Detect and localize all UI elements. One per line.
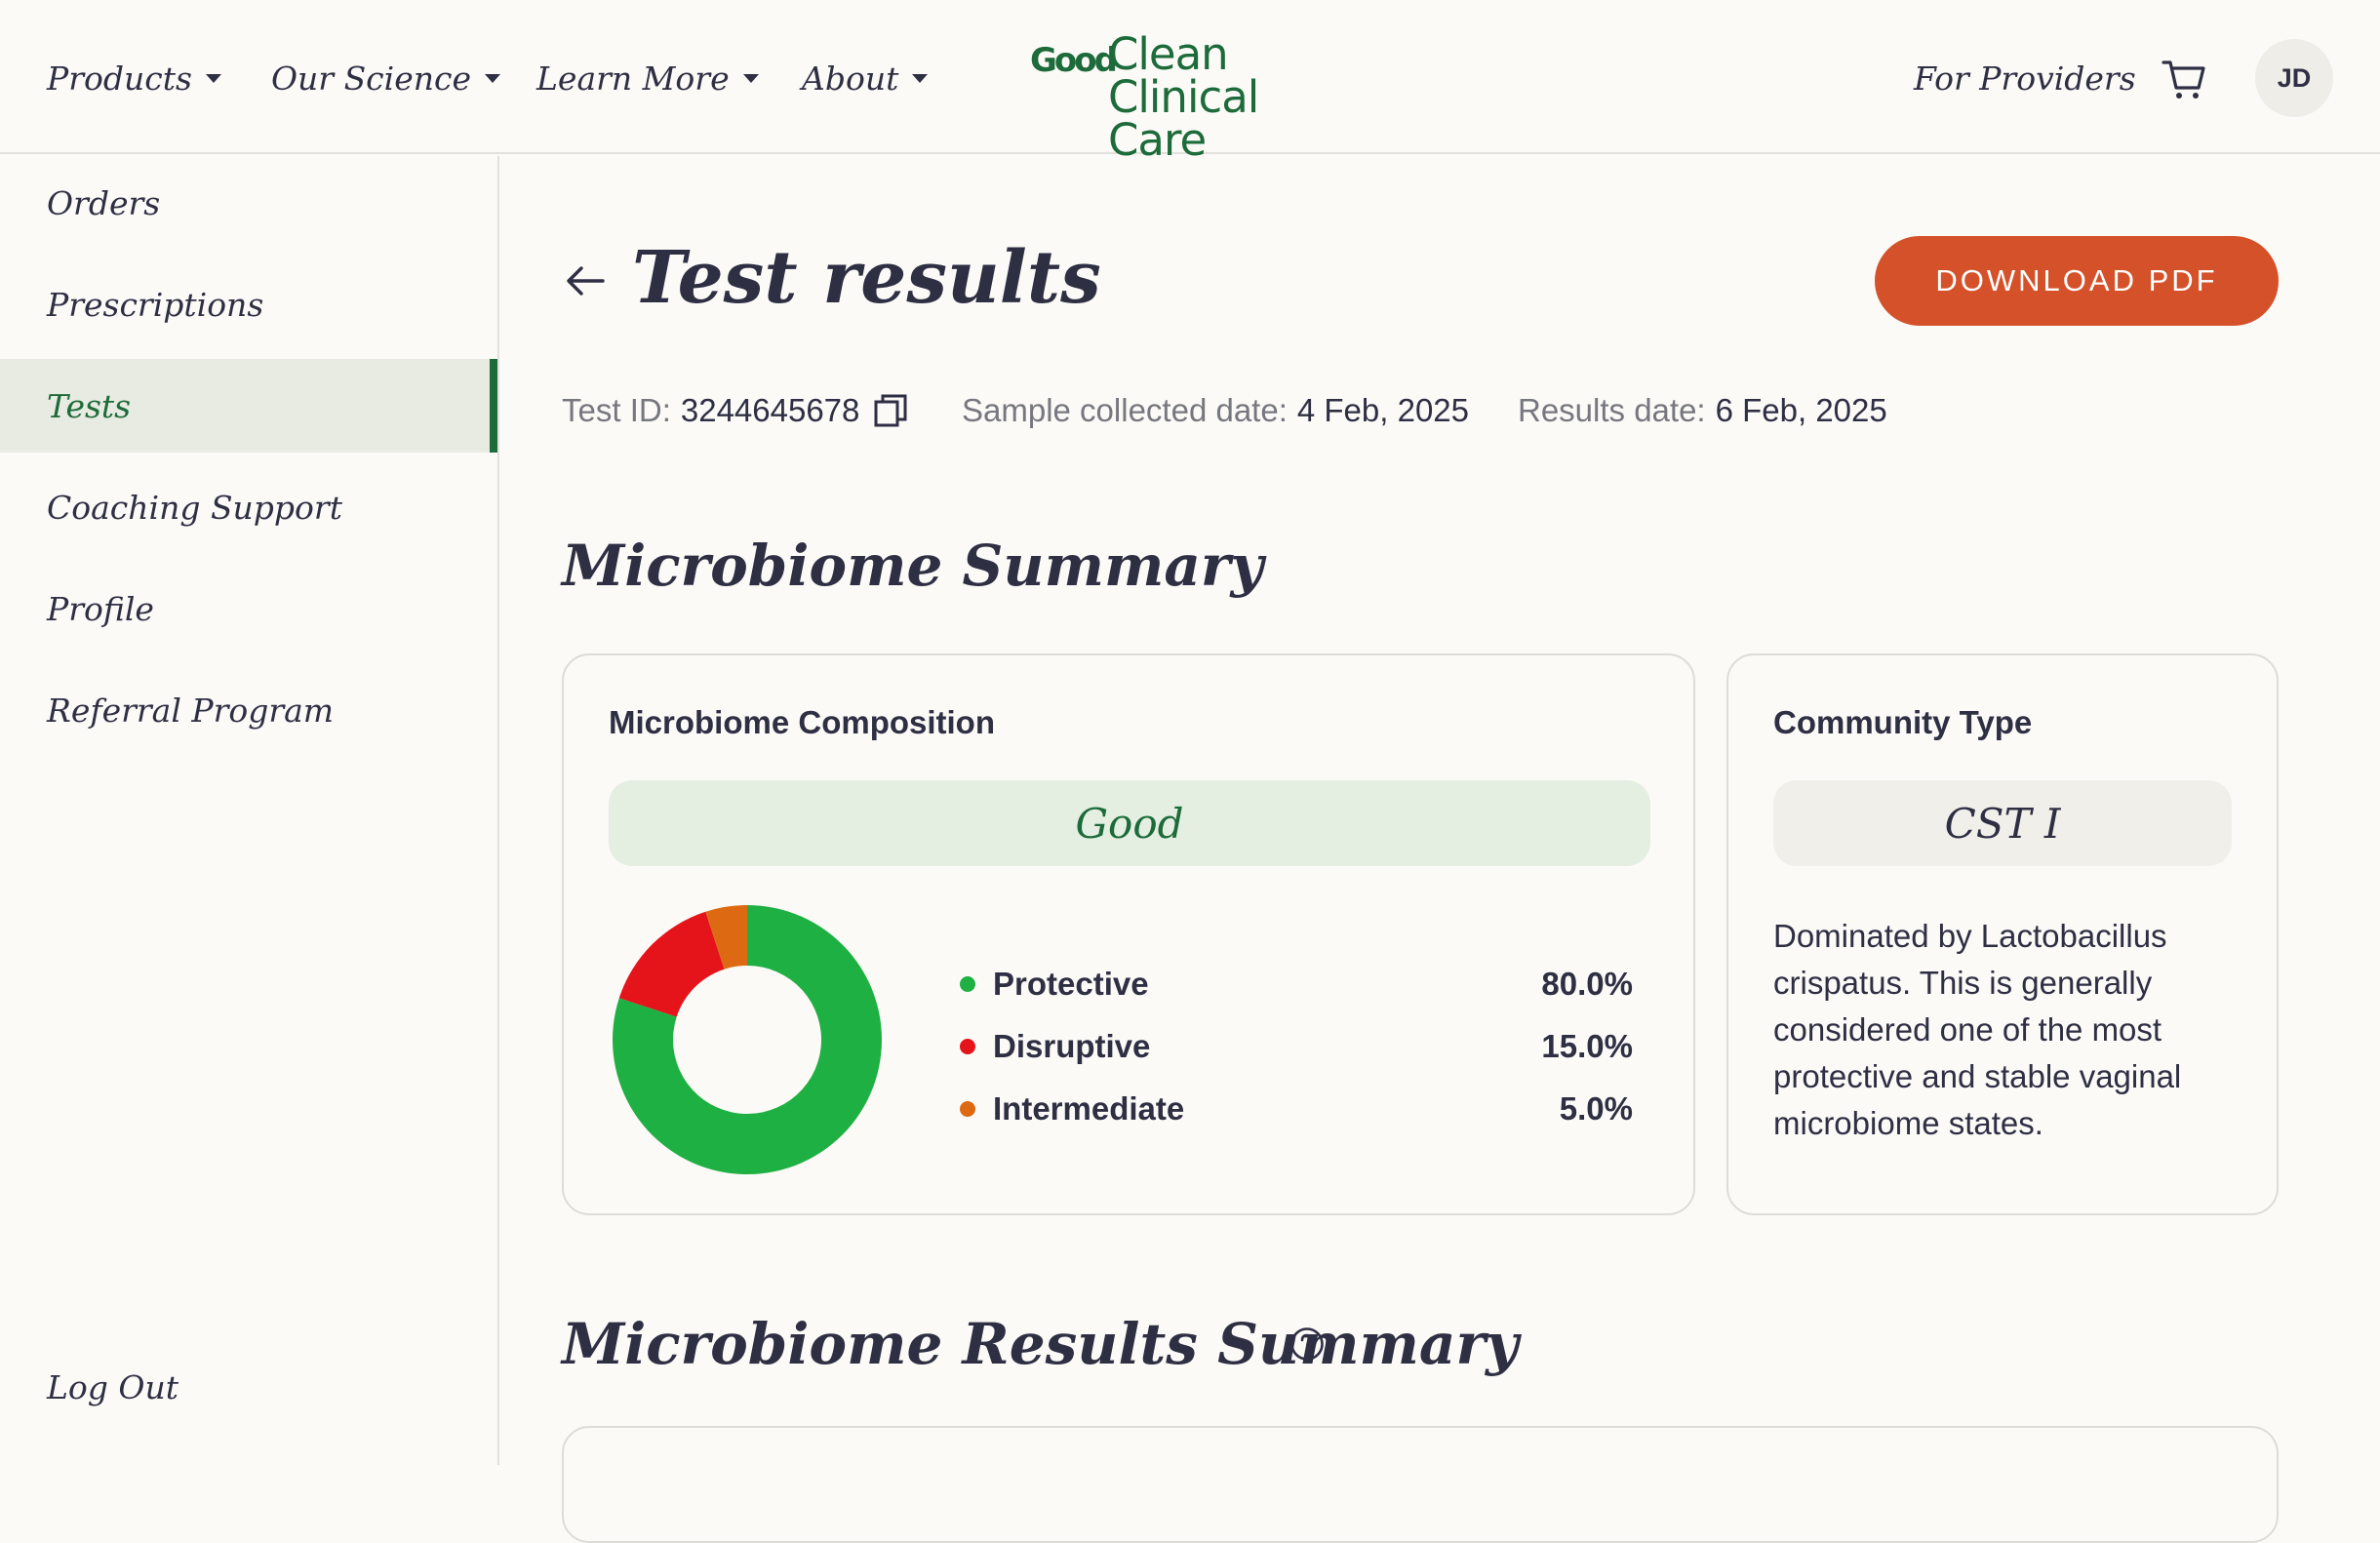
legend-value: 15.0% [1541,1028,1633,1064]
logo-line-2: Clinical Care [1108,71,1259,166]
top-nav: Products Our Science Learn More About Go… [0,0,2380,162]
composition-donut-chart [613,905,882,1174]
composition-card: Microbiome Composition Good Protective 8… [562,653,1695,1215]
results-date-label: Results date: [1518,392,1706,428]
sample-date-label: Sample collected date: [962,392,1288,428]
legend-row-intermediate: Intermediate 5.0% [960,1085,1633,1133]
donut-slice-disruptive [618,911,725,1017]
community-type-card: Community Type CST I Dominated by Lactob… [1726,653,2279,1215]
download-pdf-button[interactable]: DOWNLOAD PDF [1875,236,2279,326]
sidebar: Orders Prescriptions Tests Coaching Supp… [0,156,499,1465]
nav-our-science-label: Our Science [271,59,472,98]
avatar[interactable]: JD [2255,39,2333,117]
sidebar-item-referral-program[interactable]: Referral Program [0,663,497,757]
logo-wordmark: Clean Clinical Care [1108,28,1352,166]
nav-learn-more-label: Learn More [536,59,730,98]
nav-our-science[interactable]: Our Science [271,55,501,101]
cart-icon[interactable] [2160,55,2208,103]
chevron-down-icon [485,73,501,83]
composition-status-badge: Good [609,780,1650,866]
chevron-down-icon [912,73,929,83]
results-summary-card [562,1426,2279,1543]
legend-label: Protective [993,966,1149,1002]
nav-about-label: About [802,59,899,98]
logo-line-1: Clean [1108,28,1229,80]
results-date-value: 6 Feb, 2025 [1715,392,1887,428]
sidebar-item-profile[interactable]: Profile [0,562,497,655]
results-date-meta: Results date: 6 Feb, 2025 [1518,392,1887,429]
microbiome-summary-title: Microbiome Summary [562,533,1264,599]
legend-value: 80.0% [1541,966,1633,1002]
test-id-label: Test ID: [562,392,671,428]
logout-link[interactable]: Log Out [0,1340,497,1434]
page-title: Test results [632,236,1101,320]
copy-icon[interactable] [873,393,908,428]
help-icon[interactable] [1289,1326,1325,1362]
sidebar-item-coaching-support[interactable]: Coaching Support [0,460,497,554]
legend-dot [960,1101,975,1117]
composition-card-title: Microbiome Composition [609,704,995,740]
community-description: Dominated by Lactobacillus crispatus. Th… [1773,918,2182,1141]
sidebar-item-tests[interactable]: Tests [0,359,497,453]
legend-dot [960,1039,975,1054]
back-arrow-icon[interactable] [562,257,609,304]
results-summary-title: Microbiome Results Summary [562,1311,1519,1377]
chevron-down-icon [742,73,759,83]
for-providers-link[interactable]: For Providers [1914,55,2136,101]
sample-date-meta: Sample collected date: 4 Feb, 2025 [962,392,1469,429]
test-id-meta: Test ID: 3244645678 [562,392,908,429]
legend-label: Disruptive [993,1028,1151,1064]
legend-row-protective: Protective 80.0% [960,960,1633,1009]
legend-label: Intermediate [993,1090,1185,1127]
chevron-down-icon [205,73,221,83]
sidebar-item-prescriptions[interactable]: Prescriptions [0,257,497,351]
nav-learn-more[interactable]: Learn More [536,55,759,101]
test-id-value: 3244645678 [680,392,860,428]
sidebar-item-orders[interactable]: Orders [0,156,497,250]
legend-value: 5.0% [1559,1090,1633,1127]
nav-products-label: Products [47,59,192,98]
nav-about[interactable]: About [802,55,929,101]
nav-products[interactable]: Products [47,55,221,101]
sample-date-value: 4 Feb, 2025 [1296,392,1470,428]
legend-row-disruptive: Disruptive 15.0% [960,1022,1633,1071]
legend-dot [960,976,975,992]
brand-logo[interactable]: Good Clean Clinical Care [1030,32,1352,162]
logo-good-mark: Good [1030,41,1118,80]
community-type-badge: CST I [1773,780,2232,866]
community-card-title: Community Type [1773,704,2033,740]
